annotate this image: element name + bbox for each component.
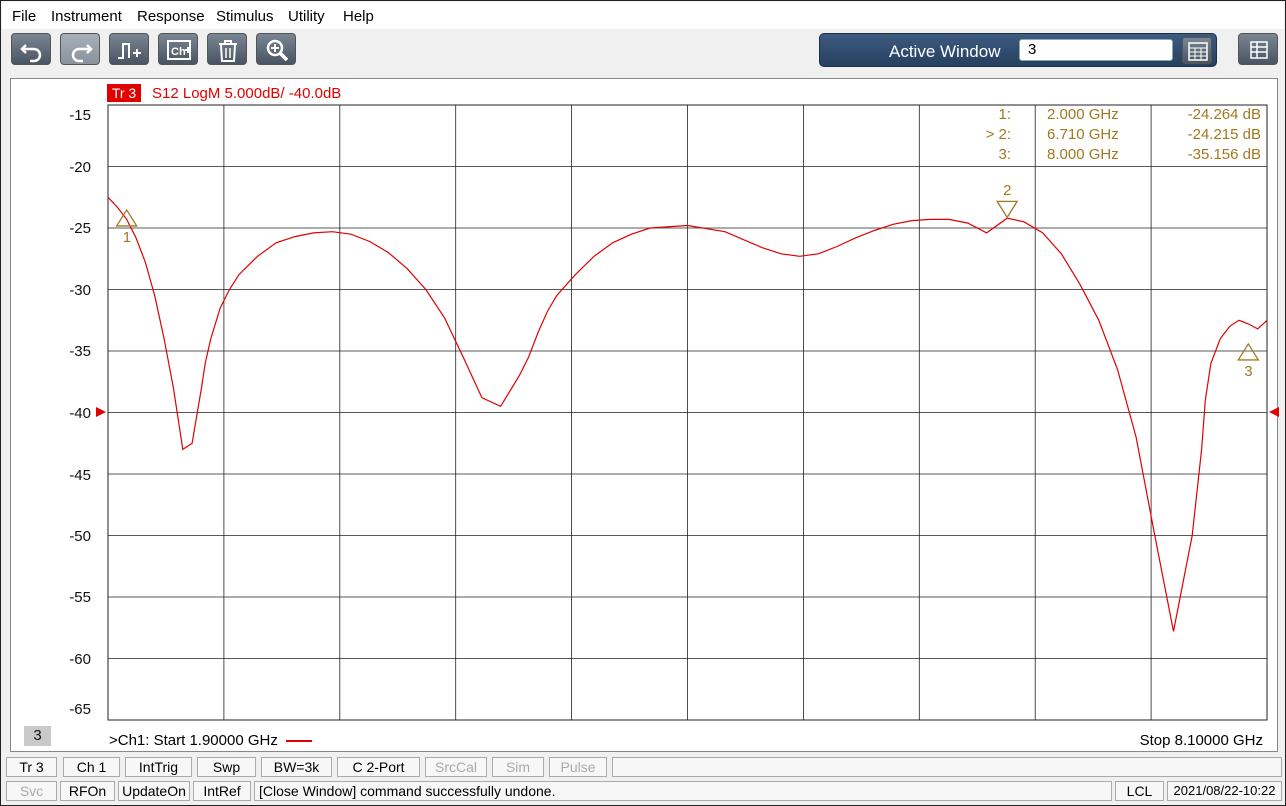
- marker-3-symbol: [1237, 342, 1260, 361]
- more-menu-button[interactable]: [1238, 33, 1278, 65]
- grid-menu-icon: [1250, 41, 1268, 59]
- active-window-panel: Active Window 3: [819, 33, 1217, 67]
- svg-text:Ch: Ch: [171, 46, 186, 58]
- menu-stimulus[interactable]: Stimulus: [216, 8, 274, 25]
- stop-frequency[interactable]: Stop 8.10000 GHz: [1140, 732, 1263, 749]
- marker-1-id: 1:: [998, 106, 1011, 123]
- start-frequency-text: >Ch1: Start 1.90000 GHz: [109, 732, 278, 749]
- zoom-button[interactable]: [256, 33, 296, 65]
- marker-3-label: 3: [1244, 362, 1253, 380]
- status-calibration[interactable]: C 2-Port: [337, 757, 420, 777]
- status-int-ref[interactable]: IntRef: [193, 781, 251, 801]
- marker-add-icon: [118, 43, 141, 59]
- menu-instrument[interactable]: Instrument: [51, 8, 122, 25]
- status-trace[interactable]: Tr 3: [6, 757, 57, 777]
- channel-add-icon: Ch: [167, 40, 191, 60]
- delete-button[interactable]: [207, 33, 247, 65]
- marker-3-value: -35.156 dB: [1187, 146, 1261, 163]
- zoom-icon: [266, 39, 289, 62]
- menu-bar: File Instrument Response Stimulus Utilit…: [2, 2, 1284, 29]
- add-marker-button[interactable]: [109, 33, 149, 65]
- status-sweep[interactable]: Swp: [197, 757, 256, 777]
- marker-1-value: -24.264 dB: [1187, 106, 1261, 123]
- app-window: File Instrument Response Stimulus Utilit…: [0, 0, 1286, 806]
- menu-help[interactable]: Help: [343, 8, 374, 25]
- trace-plot[interactable]: [11, 79, 1279, 753]
- menu-file[interactable]: File: [12, 8, 36, 25]
- marker-2-value: -24.215 dB: [1187, 126, 1261, 143]
- measurement-display: Tr 3 S12 LogM 5.000dB/ -40.0dB -15 -20 -…: [10, 78, 1279, 753]
- marker-3-id: 3:: [998, 146, 1011, 163]
- marker-2-freq: 6.710 GHz: [1047, 126, 1119, 143]
- status-pulse[interactable]: Pulse: [549, 757, 607, 777]
- status-bar-top: Tr 3 Ch 1 IntTrig Swp BW=3k C 2-Port Src…: [2, 755, 1284, 779]
- status-lcl[interactable]: LCL: [1115, 781, 1164, 801]
- window-number: 3: [24, 726, 51, 746]
- keypad-icon: [1188, 42, 1208, 61]
- status-svc[interactable]: Svc: [6, 781, 57, 801]
- keypad-button[interactable]: [1182, 37, 1212, 64]
- plot-grid: [107, 104, 1268, 721]
- active-window-label: Active Window: [889, 42, 1001, 61]
- status-bandwidth[interactable]: BW=3k: [261, 757, 332, 777]
- active-window-input[interactable]: 3: [1019, 39, 1173, 61]
- menu-utility[interactable]: Utility: [288, 8, 325, 25]
- status-message: [Close Window] command successfully undo…: [254, 781, 1112, 801]
- marker-1-label: 1: [122, 228, 132, 246]
- trace-legend-line: [285, 740, 312, 743]
- reference-right-arrow: [1269, 407, 1279, 417]
- redo-button[interactable]: [60, 33, 100, 65]
- status-bar-bottom: Svc RFOn UpdateOn IntRef [Close Window] …: [2, 779, 1284, 803]
- marker-1-freq: 2.000 GHz: [1047, 106, 1119, 123]
- status-srccal[interactable]: SrcCal: [425, 757, 487, 777]
- marker-1-symbol: [115, 208, 138, 227]
- marker-3-freq: 8.000 GHz: [1047, 146, 1119, 163]
- status-datetime: 2021/08/22-10:22: [1167, 781, 1282, 801]
- undo-button[interactable]: [11, 33, 51, 65]
- undo-icon: [20, 44, 42, 63]
- menu-response[interactable]: Response: [137, 8, 205, 25]
- status-trigger[interactable]: IntTrig: [125, 757, 192, 777]
- redo-icon: [71, 44, 93, 63]
- marker-2-id: > 2:: [985, 126, 1011, 143]
- marker-2-symbol: [995, 200, 1019, 219]
- status-channel[interactable]: Ch 1: [63, 757, 120, 777]
- status-empty: [612, 757, 1282, 777]
- marker-2-label: 2: [1003, 182, 1012, 200]
- status-rf-on[interactable]: RFOn: [60, 781, 115, 801]
- start-frequency[interactable]: >Ch1: Start 1.90000 GHz: [109, 732, 312, 749]
- toolbar: Ch Active Window 3: [2, 29, 1284, 75]
- status-update-on[interactable]: UpdateOn: [118, 781, 190, 801]
- add-channel-button[interactable]: Ch: [158, 33, 198, 65]
- status-sim[interactable]: Sim: [492, 757, 544, 777]
- reference-left-arrow: [96, 407, 106, 417]
- trash-icon: [219, 40, 237, 62]
